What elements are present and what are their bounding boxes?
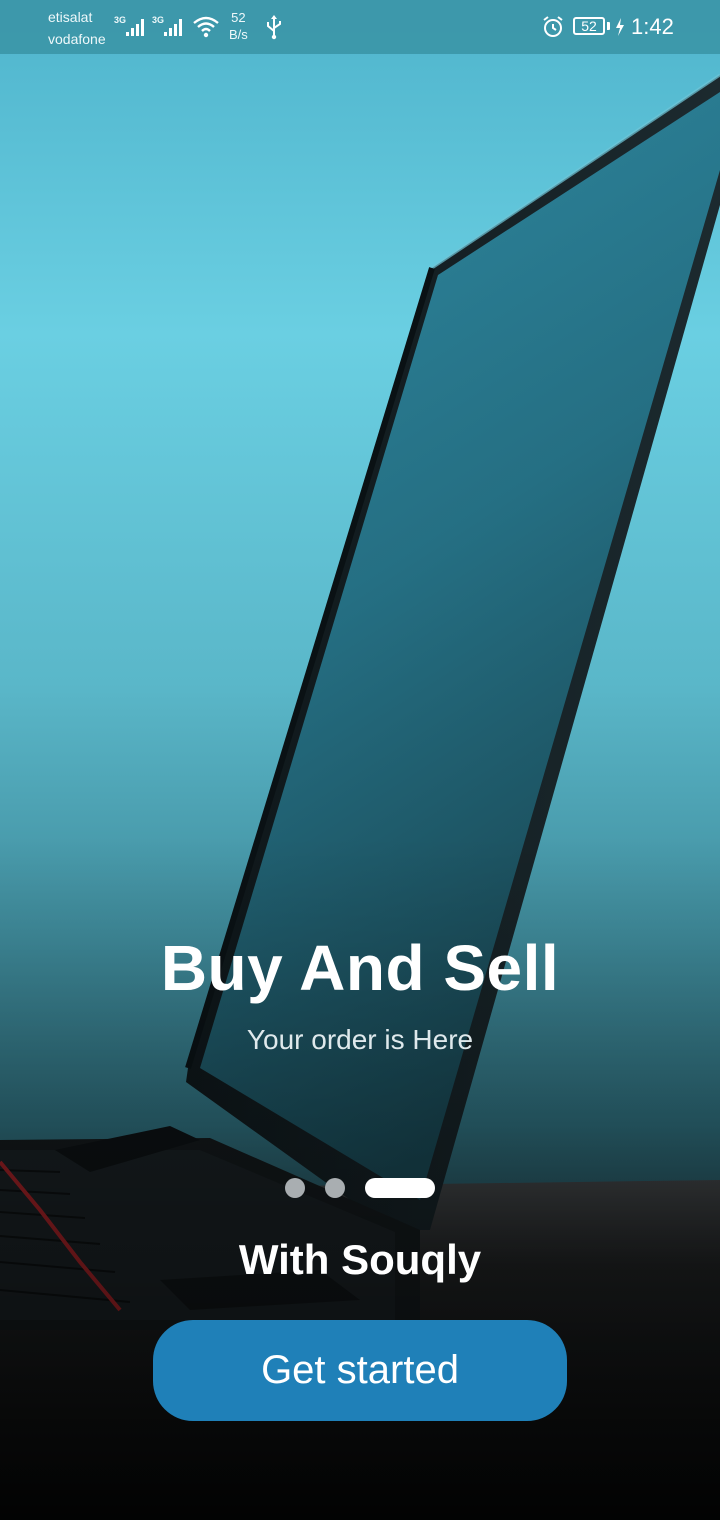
network-speed-value: 52 [231,10,246,25]
carrier-name-1: etisalat [48,9,93,25]
usb-icon [267,15,281,40]
onboarding-screen: etisalat vodafone 3G 3G 52 B/s 52 1:42 B… [0,0,720,1520]
battery-tip [607,22,610,30]
charging-icon [616,18,624,36]
battery-level: 52 [581,18,597,34]
onboarding-title: Buy And Sell [160,932,560,1004]
alarm-icon [543,16,563,37]
get-started-button[interactable]: Get started [153,1320,567,1421]
network-speed: 52 B/s [229,9,248,43]
network-type-2: 3G [152,15,164,25]
network-speed-unit: B/s [229,27,248,42]
background-laptop-photo [0,0,720,1520]
page-dot-active[interactable] [365,1178,435,1198]
onboarding-tagline: With Souqly [238,1236,482,1283]
network-type-1: 3G [114,15,126,25]
status-bar: etisalat vodafone 3G 3G 52 B/s 52 1:42 [0,0,720,54]
signal-icon: 3G [114,15,144,36]
onboarding-subtitle: Your order is Here [246,1024,474,1055]
wifi-icon [193,16,219,38]
status-clock: 1:42 [631,14,674,39]
page-dot[interactable] [285,1178,305,1198]
battery-icon: 52 [573,17,605,35]
page-dot[interactable] [325,1178,345,1198]
carrier-name-2: vodafone [48,31,106,47]
signal-icon: 3G [152,15,182,36]
